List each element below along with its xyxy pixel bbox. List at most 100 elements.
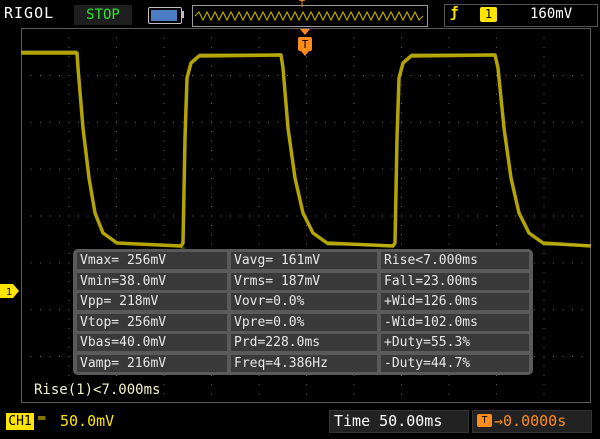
grid-dot xyxy=(163,149,165,151)
grid-dot xyxy=(496,103,497,104)
grid-dot xyxy=(201,74,203,76)
grid-dot xyxy=(154,121,155,123)
grid-dot xyxy=(230,74,231,76)
grid-dot xyxy=(496,131,497,133)
measurement-table: Vmax= 256mV Vavg= 161mV Rise<7.000ms Vmin=3… xyxy=(73,249,533,375)
grid-dot xyxy=(211,93,212,95)
grid-dot xyxy=(306,112,307,114)
grid-dot xyxy=(163,374,165,376)
grid-dot xyxy=(477,215,478,217)
grid-dot xyxy=(68,206,70,208)
grid-dot xyxy=(59,74,60,76)
grid-dot xyxy=(534,309,535,311)
measurement-cell: Freq=4.386Hz xyxy=(231,354,377,372)
grid-dot xyxy=(87,121,89,123)
grid-dot xyxy=(116,103,117,104)
grid-dot xyxy=(306,178,307,179)
grid-dot xyxy=(496,374,497,376)
grid-dot xyxy=(239,121,241,123)
grid-dot xyxy=(467,168,469,170)
grid-dot xyxy=(401,93,402,95)
grid-dot xyxy=(116,37,117,39)
grid-dot xyxy=(486,121,488,123)
grid-dot xyxy=(258,103,260,104)
grid-dot xyxy=(173,168,174,170)
grid-dot xyxy=(543,131,545,133)
grid-dot xyxy=(163,131,165,133)
grid-dot xyxy=(448,93,450,95)
channel1-badge[interactable]: CH1 xyxy=(6,413,34,430)
grid-dot xyxy=(543,374,545,376)
grid-dot xyxy=(306,168,307,170)
grid-dot xyxy=(543,299,545,301)
grid-dot xyxy=(306,159,307,161)
run-stop-status[interactable]: STOP xyxy=(74,5,132,25)
channel1-scale[interactable]: 50.0mV xyxy=(60,412,114,430)
grid-dot xyxy=(40,356,41,358)
grid-dot xyxy=(306,74,307,76)
grid-dot xyxy=(572,74,573,76)
grid-dot xyxy=(448,384,450,386)
grid-dot xyxy=(211,74,212,76)
grid-dot xyxy=(40,309,41,311)
grid-dot xyxy=(581,309,583,311)
grid-dot xyxy=(211,65,212,67)
grid-dot xyxy=(277,215,279,217)
grid-dot xyxy=(116,93,117,95)
grid-dot xyxy=(258,206,260,208)
grid-dot xyxy=(581,168,583,170)
grid-dot xyxy=(496,168,497,170)
grid-dot xyxy=(505,168,507,170)
grid-dot xyxy=(410,121,412,123)
trigger-panel[interactable] xyxy=(444,4,598,27)
grid-dot xyxy=(448,243,450,245)
grid-dot xyxy=(448,168,450,170)
grid-dot xyxy=(163,93,165,95)
grid-dot xyxy=(448,65,450,67)
grid-dot xyxy=(524,168,526,170)
grid-dot xyxy=(68,196,70,198)
grid-dot xyxy=(562,215,564,217)
grid-dot xyxy=(448,103,450,104)
grid-dot xyxy=(353,178,355,179)
grid-dot xyxy=(543,206,545,208)
grid-dot xyxy=(543,365,545,367)
grid-dot xyxy=(68,112,70,114)
grid-dot xyxy=(448,46,450,48)
measurement-cell: Rise<7.000ms xyxy=(381,252,529,269)
grid-dot xyxy=(306,243,307,245)
grid-dot xyxy=(68,187,70,189)
grid-dot xyxy=(258,178,260,179)
grid-dot xyxy=(458,121,459,123)
grid-dot xyxy=(353,28,355,29)
grid-dot xyxy=(211,149,212,151)
grid-dot xyxy=(97,168,98,170)
grid-dot xyxy=(353,84,355,86)
grid-dot xyxy=(268,121,269,123)
grid-dot xyxy=(572,262,573,264)
grid-dot xyxy=(163,159,165,161)
grid-dot xyxy=(116,224,117,226)
grid-dot xyxy=(334,121,336,123)
grid-dot xyxy=(410,215,412,217)
battery-icon xyxy=(148,7,182,24)
grid-dot xyxy=(353,149,355,151)
grid-dot xyxy=(68,234,70,236)
grid-dot xyxy=(116,196,117,198)
grid-dot xyxy=(439,215,440,217)
grid-dot xyxy=(448,206,450,208)
grid-dot xyxy=(306,384,307,386)
grid-dot xyxy=(325,74,326,76)
grid-dot xyxy=(116,374,117,376)
grid-dot xyxy=(68,328,70,329)
grid-dot xyxy=(353,65,355,67)
grid-dot xyxy=(353,56,355,58)
grid-dot xyxy=(163,28,165,29)
grid-dot xyxy=(401,28,402,29)
grid-dot xyxy=(306,149,307,151)
grid-dot xyxy=(211,187,212,189)
channel1-offset-marker-icon[interactable]: 1 xyxy=(0,284,20,298)
grid-dot xyxy=(211,140,212,142)
grid-dot xyxy=(78,121,79,123)
grid-dot xyxy=(496,384,497,386)
